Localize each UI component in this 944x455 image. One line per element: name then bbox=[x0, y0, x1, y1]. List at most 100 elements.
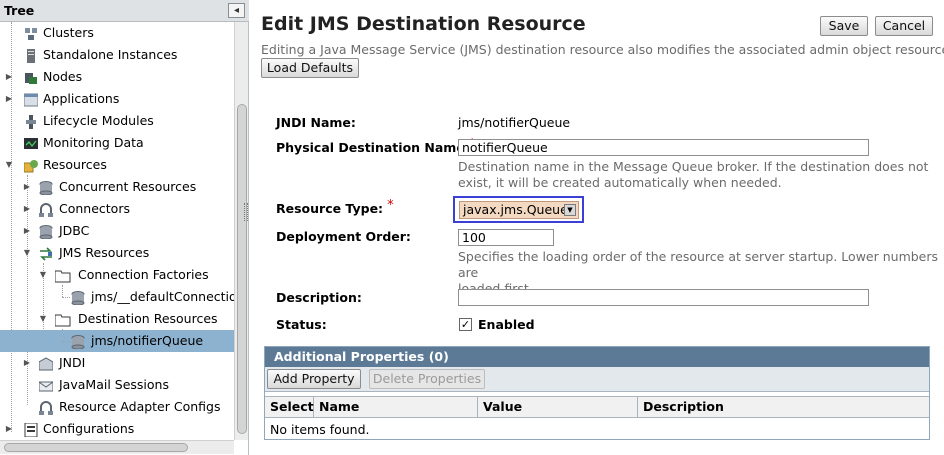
monitor-icon bbox=[24, 136, 38, 150]
collapse-icon[interactable]: ▼ bbox=[38, 264, 48, 286]
tree-item-label: Destination Resources bbox=[78, 311, 218, 326]
collapse-icon[interactable]: ▼ bbox=[4, 154, 14, 176]
additional-properties-title: Additional Properties (0) bbox=[265, 347, 929, 367]
tree-item-resource-adapter-configs[interactable]: Resource Adapter Configs bbox=[0, 396, 234, 418]
tree-item-label: JNDI bbox=[59, 355, 86, 370]
tree-item-notifier-queue[interactable]: jms/notifierQueue bbox=[0, 330, 234, 352]
jndi-icon bbox=[38, 356, 54, 371]
resource-type-selected-value: javax.jms.Queue bbox=[463, 202, 568, 217]
tree-item-label: Connection Factories bbox=[78, 267, 209, 282]
physical-destination-label-text: Physical Destination Name bbox=[276, 140, 465, 155]
expand-icon[interactable]: ▶ bbox=[4, 66, 14, 88]
tree-item-jndi[interactable]: ▶ JNDI bbox=[0, 352, 234, 374]
column-header-select[interactable]: Select bbox=[265, 397, 314, 417]
tree-item-label: Clusters bbox=[43, 25, 94, 40]
resources-icon bbox=[23, 158, 38, 173]
mail-icon bbox=[38, 378, 54, 392]
tree-item-label: Resource Adapter Configs bbox=[59, 399, 221, 414]
tree-item-applications[interactable]: ▶ Applications bbox=[0, 88, 234, 110]
column-header-description[interactable]: Description bbox=[638, 397, 929, 417]
page-help-text: Editing a Java Message Service (JMS) des… bbox=[261, 42, 944, 57]
tree-item-label: jms/notifierQueue bbox=[91, 333, 204, 348]
collapse-icon[interactable]: ▼ bbox=[38, 308, 48, 330]
tree-item-label: JavaMail Sessions bbox=[59, 377, 169, 392]
tree-item-javamail-sessions[interactable]: JavaMail Sessions bbox=[0, 374, 234, 396]
resource-type-label-text: Resource Type: bbox=[276, 201, 384, 216]
deployment-order-input[interactable]: 100 bbox=[458, 229, 554, 246]
panel-splitter-handle[interactable] bbox=[244, 203, 248, 221]
enabled-checkbox[interactable]: ✓ bbox=[459, 318, 472, 331]
tree-item-label: Configurations bbox=[43, 421, 135, 436]
connector-icon bbox=[39, 400, 53, 415]
tree-item-nodes[interactable]: ▶ Nodes bbox=[0, 66, 234, 88]
save-button[interactable]: Save bbox=[820, 16, 868, 36]
server-icon bbox=[24, 48, 38, 63]
add-property-button[interactable]: Add Property bbox=[267, 369, 361, 389]
tree-item-label: Connectors bbox=[59, 201, 130, 216]
expand-icon[interactable]: ▶ bbox=[22, 220, 32, 242]
tree-item-monitoring-data[interactable]: Monitoring Data bbox=[0, 132, 234, 154]
expand-icon[interactable]: ▶ bbox=[4, 88, 14, 110]
tree-item-label: Standalone Instances bbox=[43, 47, 178, 62]
help-line: Destination name in the Message Queue br… bbox=[458, 159, 929, 174]
additional-properties-table: Additional Properties (0) Add Property D… bbox=[264, 346, 930, 440]
table-header-row: Select Name Value Description bbox=[265, 396, 929, 418]
collapse-icon[interactable]: ▼ bbox=[22, 242, 32, 264]
scrollbar-thumb[interactable] bbox=[237, 104, 247, 434]
tree-title: Tree bbox=[4, 3, 35, 18]
tree-item-connection-factories[interactable]: ▼ Connection Factories bbox=[0, 264, 234, 286]
expand-icon[interactable]: ▶ bbox=[4, 418, 14, 440]
cluster-icon bbox=[24, 26, 38, 40]
tree-item-concurrent-resources[interactable]: ▶ Concurrent Resources bbox=[0, 176, 234, 198]
help-line: Specifies the loading order of the resou… bbox=[458, 249, 939, 280]
tree-item-jdbc[interactable]: ▶ JDBC bbox=[0, 220, 234, 242]
tree-horizontal-scrollbar[interactable] bbox=[0, 440, 234, 454]
tree-item-label: Applications bbox=[43, 91, 120, 106]
folder-icon bbox=[54, 268, 71, 283]
description-input[interactable] bbox=[458, 289, 869, 306]
expand-icon[interactable]: ▶ bbox=[22, 176, 32, 198]
tree-item-jms-resources[interactable]: ▼ JMS Resources bbox=[0, 242, 234, 264]
column-header-value[interactable]: Value bbox=[478, 397, 638, 417]
collapse-tree-button[interactable]: ◂ bbox=[228, 3, 245, 18]
physical-destination-label: Physical Destination Name* bbox=[276, 137, 475, 156]
scrollbar-thumb[interactable] bbox=[4, 443, 188, 452]
table-empty-message: No items found. bbox=[270, 422, 370, 437]
load-defaults-button[interactable]: Load Defaults bbox=[261, 58, 359, 78]
jms-icon bbox=[39, 246, 53, 261]
help-line: exist, it will be created automatically … bbox=[458, 175, 782, 190]
tree-vertical-scrollbar[interactable] bbox=[234, 22, 248, 440]
tree-item-clusters[interactable]: Clusters bbox=[0, 22, 234, 44]
physical-destination-help: Destination name in the Message Queue br… bbox=[458, 159, 928, 191]
tree-item-label: Resources bbox=[43, 157, 107, 172]
content-area: Edit JMS Destination Resource Editing a … bbox=[250, 0, 944, 455]
expand-icon[interactable]: ▶ bbox=[22, 198, 32, 220]
jndi-name-value: jms/notifierQueue bbox=[458, 115, 571, 130]
tree-item-default-connection[interactable]: jms/__defaultConnection bbox=[0, 286, 234, 308]
tree-item-label: Monitoring Data bbox=[43, 135, 144, 150]
database-icon bbox=[71, 334, 85, 350]
expand-icon[interactable]: ▶ bbox=[22, 352, 32, 374]
status-label: Status: bbox=[276, 317, 327, 332]
tree-item-label: JDBC bbox=[59, 223, 90, 238]
additional-properties-toolbar: Add Property Delete Properties bbox=[265, 367, 929, 392]
tree-item-connectors[interactable]: ▶ Connectors bbox=[0, 198, 234, 220]
resource-type-select[interactable]: javax.jms.Queue ▼ bbox=[459, 201, 579, 219]
tree-item-standalone-instances[interactable]: Standalone Instances bbox=[0, 44, 234, 66]
tree-item-destination-resources[interactable]: ▼ Destination Resources bbox=[0, 308, 234, 330]
tree-item-label: jms/__defaultConnection bbox=[91, 289, 234, 304]
physical-destination-input[interactable]: notifierQueue bbox=[458, 139, 869, 156]
deployment-order-label: Deployment Order: bbox=[276, 229, 411, 244]
database-icon bbox=[39, 224, 53, 240]
dropdown-arrow-icon[interactable]: ▼ bbox=[564, 204, 576, 216]
tree-header: Tree ◂ bbox=[0, 0, 249, 22]
jndi-name-label: JNDI Name: bbox=[276, 115, 356, 130]
column-header-name[interactable]: Name bbox=[314, 397, 478, 417]
tree-item-resources[interactable]: ▼ Resources bbox=[0, 154, 234, 176]
tree-item-lifecycle-modules[interactable]: Lifecycle Modules bbox=[0, 110, 234, 132]
tree-item-configurations[interactable]: ▶ Configurations bbox=[0, 418, 234, 440]
resource-type-label: Resource Type: * bbox=[276, 198, 394, 217]
required-marker: * bbox=[387, 198, 394, 213]
enabled-label: Enabled bbox=[478, 317, 535, 332]
cancel-button[interactable]: Cancel bbox=[875, 16, 933, 36]
